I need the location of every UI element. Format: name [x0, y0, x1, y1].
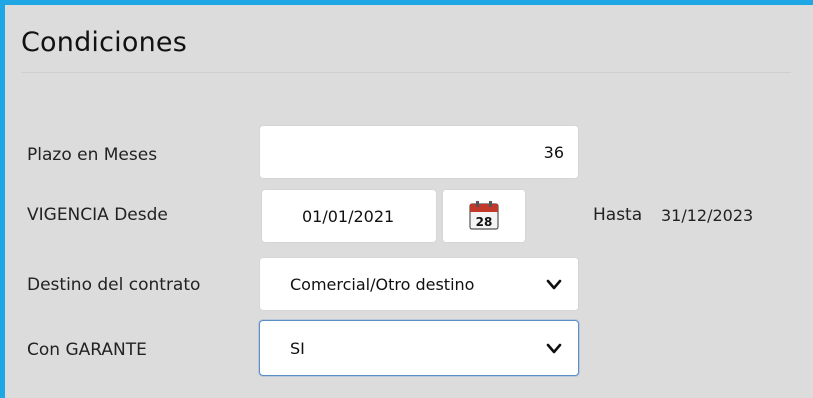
conditions-panel: Condiciones Plazo en Meses 36 VIGENCIA D…: [0, 0, 813, 398]
section-title: Condiciones: [21, 27, 187, 58]
title-divider: [21, 72, 791, 73]
garante-selected-value: SI: [290, 339, 305, 358]
destino-label: Destino del contrato: [27, 275, 201, 295]
plazo-label: Plazo en Meses: [27, 145, 158, 165]
hasta-value: 31/12/2023: [661, 206, 754, 225]
vigencia-label: VIGENCIA Desde: [27, 205, 168, 225]
calendar-day-text: 28: [476, 215, 493, 229]
plazo-input[interactable]: 36: [259, 125, 579, 179]
hasta-label: Hasta: [593, 205, 643, 225]
chevron-down-icon: [546, 279, 562, 290]
vigencia-desde-value: 01/01/2021: [302, 207, 395, 226]
garante-select[interactable]: SI: [259, 320, 579, 376]
chevron-down-icon: [546, 343, 562, 354]
calendar-icon: 28: [469, 201, 499, 230]
plazo-value: 36: [543, 143, 564, 162]
vigencia-desde-input[interactable]: 01/01/2021: [261, 189, 437, 243]
destino-select[interactable]: Comercial/Otro destino: [259, 257, 579, 311]
destino-selected-value: Comercial/Otro destino: [290, 275, 475, 294]
calendar-button[interactable]: 28: [442, 189, 526, 243]
garante-label: Con GARANTE: [27, 340, 147, 360]
